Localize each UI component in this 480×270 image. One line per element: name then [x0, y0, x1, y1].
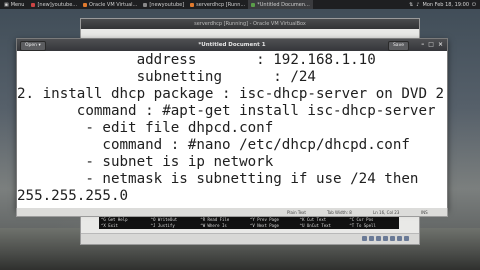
- shared-folder-icon[interactable]: [390, 236, 395, 241]
- volume-icon: ♪: [416, 1, 420, 8]
- window-title: *Untitled Document 1: [198, 42, 266, 48]
- nano-shortcut: ^U UnCut Text: [299, 222, 331, 228]
- app-icon: [31, 2, 36, 7]
- nano-shortcut: ^W Where Is: [200, 222, 227, 228]
- taskbar-item-label: serverdhcp [Runn...: [196, 1, 246, 8]
- display-icon[interactable]: [397, 236, 402, 241]
- save-button[interactable]: Save: [387, 41, 409, 51]
- text-editor-icon: [251, 2, 256, 7]
- close-icon[interactable]: ×: [438, 42, 443, 48]
- insert-mode: INS: [421, 210, 428, 215]
- taskbar-item-label: *Untitled Documen...: [257, 1, 310, 8]
- language-mode[interactable]: Plain Text: [287, 210, 306, 215]
- taskbar-item-youtube[interactable]: [new]youtube...: [28, 0, 80, 9]
- maximize-icon[interactable]: □: [428, 42, 434, 48]
- text-editor-window[interactable]: Open ▾ *Untitled Document 1 Save – □ × a…: [16, 38, 448, 210]
- virtualbox-statusbar: [81, 233, 419, 244]
- nano-shortcut: ^T To Spell: [349, 222, 376, 228]
- editor-line: command : #apt-get install isc-dhcp-serv…: [17, 103, 436, 119]
- cd-icon[interactable]: [369, 236, 374, 241]
- capture-icon[interactable]: [404, 236, 409, 241]
- power-icon: ⏻: [472, 1, 476, 8]
- network-adapter-icon[interactable]: [383, 236, 388, 241]
- taskbar-item-label: Oracle VM Virtual...: [89, 1, 138, 8]
- taskbar-item-untitled-document[interactable]: *Untitled Documen...: [248, 0, 313, 9]
- editor-statusbar: Plain Text Tab Width: 8 Ln 16, Col 23 IN…: [16, 208, 448, 217]
- vm-icon: [190, 2, 195, 7]
- editor-titlebar[interactable]: Open ▾ *Untitled Document 1 Save – □ ×: [17, 39, 447, 51]
- editor-line: 255.255.255.0: [17, 188, 129, 204]
- editor-line: subnetting : /24: [17, 69, 316, 85]
- menu-label: Menu: [10, 1, 25, 8]
- nano-shortcut-bar: ^G Get Help ^O WriteOut ^R Read File ^Y …: [99, 216, 399, 229]
- virtualbox-titlebar: serverdhcp [Running] - Oracle VM Virtual…: [81, 19, 419, 29]
- tab-width[interactable]: Tab Width: 8: [327, 210, 352, 215]
- taskbar-item-label: [new]youtube...: [37, 1, 78, 8]
- text-editor-area[interactable]: address : 192.168.1.10 subnetting : /24 …: [17, 51, 447, 209]
- taskbar-item-newyoutube[interactable]: [newyoutube]: [140, 0, 187, 9]
- folder-icon: [143, 2, 148, 7]
- nano-shortcut: ^X Exit: [101, 222, 118, 228]
- nano-shortcut: ^V Next Page: [250, 222, 279, 228]
- top-panel: ▣ Menu [new]youtube... Oracle VM Virtual…: [0, 0, 480, 9]
- hdd-icon[interactable]: [362, 236, 367, 241]
- minimize-icon[interactable]: –: [421, 42, 424, 48]
- clock-text: Mon Feb 18, 19:00: [422, 1, 470, 8]
- editor-line: - edit file dhpcd.conf: [17, 120, 274, 136]
- editor-line: - subnet is ip network: [17, 154, 274, 170]
- editor-line: command : #nano /etc/dhcp/dhcpd.conf: [17, 137, 410, 153]
- menu-icon: ▣: [4, 1, 9, 8]
- usb-icon[interactable]: [376, 236, 381, 241]
- cursor-position: Ln 16, Col 23: [373, 210, 400, 215]
- nano-shortcut: ^J Justify: [150, 222, 175, 228]
- taskbar-item-label: [newyoutube]: [149, 1, 185, 8]
- panel-clock[interactable]: ⇅ ♪ Mon Feb 18, 19:00 ⏻: [409, 2, 480, 8]
- taskbar-item-virtualbox[interactable]: Oracle VM Virtual...: [80, 0, 140, 9]
- editor-line: 2. install dhcp package : isc-dhcp-serve…: [17, 86, 445, 102]
- taskbar-item-serverdhcp[interactable]: serverdhcp [Runn...: [187, 0, 248, 9]
- virtualbox-icon: [83, 2, 88, 7]
- editor-line: address : 192.168.1.10: [17, 52, 376, 68]
- network-icon: ⇅: [409, 1, 414, 8]
- editor-line: - netmask is subnetting if use /24 then: [17, 171, 419, 187]
- menu-button[interactable]: ▣ Menu: [0, 2, 28, 8]
